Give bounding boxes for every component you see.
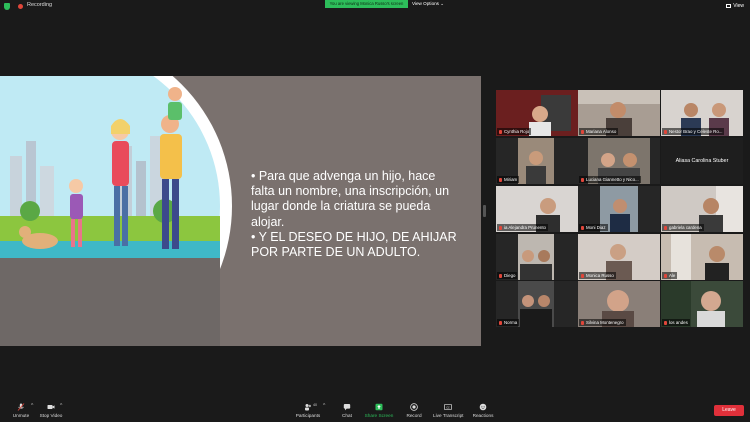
closed-caption-icon: cc bbox=[444, 403, 452, 411]
chevron-down-icon: ⌄ bbox=[440, 1, 445, 6]
chat-button[interactable]: Chat bbox=[338, 403, 356, 418]
participant-tile[interactable]: Mariana Alonso bbox=[578, 90, 660, 136]
participant-name: Miriam bbox=[504, 177, 518, 182]
chat-label: Chat bbox=[342, 413, 352, 418]
participant-tile[interactable]: Ale bbox=[661, 234, 743, 280]
mic-muted-icon bbox=[499, 273, 502, 278]
participant-tile[interactable]: Miriam bbox=[496, 138, 578, 184]
chat-bubble-icon bbox=[343, 404, 351, 411]
participant-name: Luciana Giannetto y Nico... bbox=[586, 177, 639, 182]
participant-name: Ale bbox=[669, 273, 676, 278]
mic-muted-icon bbox=[581, 225, 584, 230]
participant-tile[interactable]: Silvina Montenegro bbox=[578, 281, 660, 327]
stop-video-label: Stop Video bbox=[39, 413, 63, 418]
viewing-screen-banner: You are viewing Monica Russo's screen bbox=[325, 0, 408, 8]
mic-muted-icon bbox=[499, 320, 502, 325]
recording-icon bbox=[18, 4, 23, 9]
mic-muted-icon bbox=[664, 225, 667, 230]
participant-name: Mariana Alonso bbox=[586, 129, 617, 134]
participant-tile[interactable]: Moni Diaz bbox=[578, 186, 660, 232]
mic-muted-icon bbox=[581, 177, 584, 182]
participant-tile[interactable]: Norma bbox=[496, 281, 578, 327]
live-transcript-label: Live Transcript bbox=[433, 413, 464, 418]
participant-name: Monica Russo bbox=[586, 273, 614, 278]
video-camera-icon bbox=[47, 405, 55, 409]
recording-label: Recording bbox=[27, 2, 53, 8]
meeting-toolbar: Unmute ^ Stop Video ^ Participants 40 ^ … bbox=[0, 401, 750, 422]
share-screen-label: Share Screen bbox=[364, 413, 394, 418]
reactions-label: Reactions bbox=[472, 413, 494, 418]
participant-tile[interactable]: Cynthia Rojo bbox=[496, 90, 578, 136]
audio-options-caret-icon[interactable]: ^ bbox=[31, 403, 33, 409]
participant-name: Cynthia Rojo bbox=[504, 129, 530, 134]
slide-bullet-1: • Para que advenga un hijo, hace falta u… bbox=[251, 169, 450, 229]
mic-muted-icon bbox=[499, 177, 502, 182]
split-view-handle[interactable] bbox=[483, 205, 486, 217]
grid-view-icon bbox=[726, 3, 732, 8]
unmute-button[interactable]: Unmute bbox=[10, 403, 32, 418]
participant-name: Norma bbox=[504, 320, 518, 325]
participant-name: Diego bbox=[504, 273, 516, 278]
security-shield-icon[interactable] bbox=[4, 3, 10, 10]
view-options-button[interactable]: View Options ⌄ bbox=[412, 0, 444, 8]
participant-tile[interactable]: Luciana Giannetto y Nico... bbox=[578, 138, 660, 184]
mic-muted-icon bbox=[581, 129, 584, 134]
reactions-button[interactable]: Reactions bbox=[472, 403, 494, 418]
view-options-label: View Options bbox=[412, 1, 439, 6]
share-screen-icon bbox=[375, 403, 383, 411]
leave-meeting-button[interactable]: Leave bbox=[714, 405, 744, 416]
mic-muted-icon bbox=[664, 320, 667, 325]
live-transcript-button[interactable]: cc Live Transcript bbox=[433, 403, 463, 418]
smiley-reaction-icon bbox=[479, 403, 487, 411]
participant-tile[interactable]: los andes bbox=[661, 281, 743, 327]
participant-tile[interactable]: Diego bbox=[496, 234, 578, 280]
view-label: View bbox=[733, 3, 744, 9]
mic-muted-icon bbox=[581, 273, 584, 278]
participants-icon bbox=[305, 404, 311, 411]
participant-name: los andes bbox=[669, 320, 688, 325]
participants-label: Participants bbox=[295, 413, 321, 418]
participant-name: Nestor Brao y Celeste Ro... bbox=[669, 129, 723, 134]
svg-text:cc: cc bbox=[446, 405, 450, 409]
participant-name: gabriela cardena bbox=[669, 225, 702, 230]
participant-tile-active-speaker[interactable]: Monica Russo bbox=[578, 234, 660, 280]
video-options-caret-icon[interactable]: ^ bbox=[60, 403, 62, 409]
shared-screen-slide: • Para que advenga un hijo, hace falta u… bbox=[0, 76, 481, 346]
record-icon bbox=[410, 403, 418, 411]
unmute-label: Unmute bbox=[12, 413, 30, 418]
mic-muted-icon bbox=[499, 129, 502, 134]
zoom-meeting-window: Recording You are viewing Monica Russo's… bbox=[0, 0, 750, 422]
view-button[interactable]: View bbox=[726, 3, 744, 9]
mic-muted-icon bbox=[664, 273, 667, 278]
participant-name: Silvina Montenegro bbox=[586, 320, 624, 325]
mic-muted-icon bbox=[499, 225, 502, 230]
participant-tile[interactable]: Nestor Brao y Celeste Ro... bbox=[661, 90, 743, 136]
mic-muted-icon bbox=[581, 320, 584, 325]
participant-name: Aliasa Carolina Stuber bbox=[675, 158, 729, 164]
mic-muted-icon bbox=[664, 129, 667, 134]
top-bar: Recording You are viewing Monica Russo's… bbox=[0, 0, 750, 12]
participants-options-caret-icon[interactable]: ^ bbox=[323, 403, 325, 409]
participants-count: 40 bbox=[313, 403, 317, 407]
microphone-muted-icon bbox=[17, 403, 25, 411]
family-illustration bbox=[0, 76, 232, 346]
slide-text: • Para que advenga un hijo, hace falta u… bbox=[251, 169, 457, 260]
participant-tile[interactable]: Aliasa Carolina Stuber bbox=[661, 138, 743, 184]
slide-bullet-2: • Y EL DESEO DE HIJO, DE AHIJAR POR PART… bbox=[251, 229, 457, 260]
record-label: Record bbox=[406, 413, 422, 418]
participant-name: Moni Diaz bbox=[586, 225, 606, 230]
participant-tile[interactable]: gabriela cardena bbox=[661, 186, 743, 232]
participant-name: ia Alejandra Prunento bbox=[504, 225, 546, 230]
participants-button[interactable]: Participants bbox=[294, 403, 322, 418]
share-screen-button[interactable]: Share Screen bbox=[364, 403, 394, 418]
record-button[interactable]: Record bbox=[405, 403, 423, 418]
participant-tile[interactable]: ia Alejandra Prunento bbox=[496, 186, 578, 232]
